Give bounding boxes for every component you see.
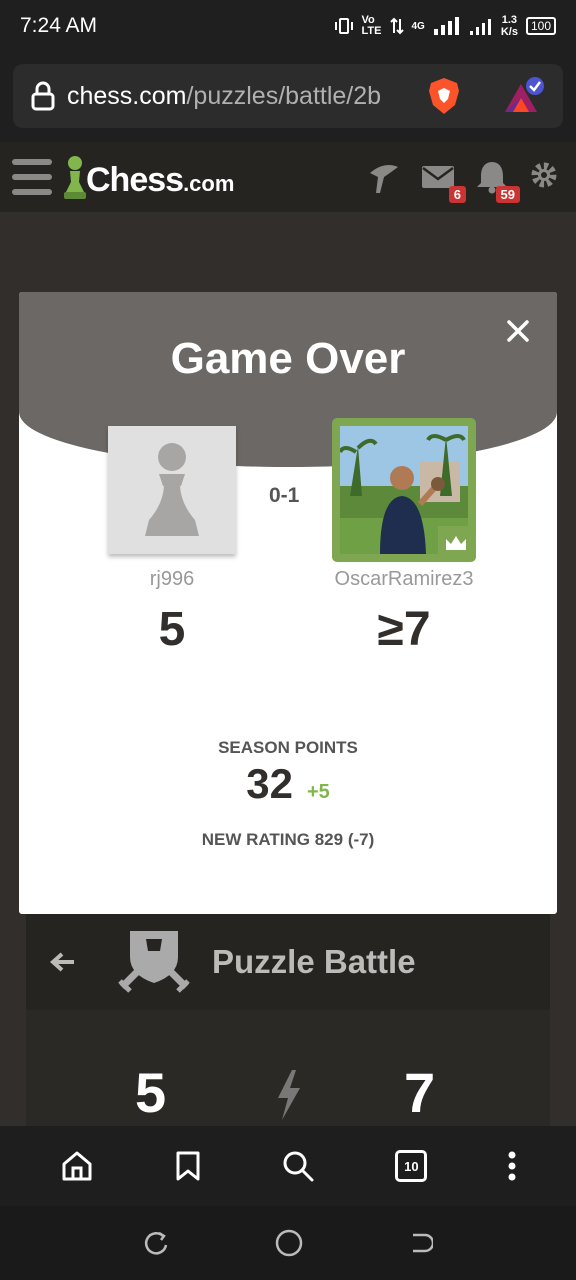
search-icon[interactable] [281, 1149, 315, 1183]
battle-score-right: 7 [404, 1061, 436, 1124]
battle-score-area: 5 7 [26, 1010, 550, 1126]
bookmark-icon[interactable] [175, 1150, 201, 1182]
brave-shields-icon[interactable] [427, 77, 461, 115]
notifications-icon[interactable]: 59 [474, 159, 520, 203]
site-header: Chess .com 6 59 [0, 142, 576, 212]
data-arrows-icon [389, 17, 404, 35]
pawn-logo-icon [64, 156, 86, 199]
season-points-row: 32 +5 [19, 760, 557, 808]
back-icon[interactable] [409, 1231, 433, 1255]
lock-icon[interactable] [31, 81, 55, 111]
player-right-name[interactable]: OscarRamirez3 [319, 568, 489, 591]
game-over-modal: Game Over 0-1 rj996 OscarRamirez3 5 ≥7 S… [19, 292, 557, 914]
bat-rewards-icon[interactable] [501, 76, 545, 116]
new-rating: NEW RATING 829 (-7) [201, 830, 375, 849]
tabs-button[interactable]: 10 [395, 1150, 428, 1182]
player-left-score: 5 [158, 603, 186, 656]
url-text[interactable]: chess.com/puzzles/battle/2b [67, 82, 381, 111]
chess-logo[interactable]: Chess .com [64, 154, 234, 200]
signal-label: 4G [411, 20, 425, 32]
logo-text: Chess [86, 161, 184, 199]
mark-icon[interactable] [366, 159, 402, 195]
back-arrow-icon[interactable] [50, 951, 76, 973]
close-icon[interactable] [505, 318, 531, 344]
signal-icon-2 [469, 19, 491, 35]
header-actions: 6 59 [366, 159, 564, 203]
more-menu-icon[interactable] [508, 1151, 516, 1181]
signal-icon [433, 17, 459, 35]
menu-icon[interactable] [12, 159, 52, 195]
home-circle-icon[interactable] [275, 1229, 303, 1257]
tabs-count: 10 [404, 1158, 419, 1174]
battery-indicator: 100 [525, 17, 556, 35]
player-right-score: ≥7 [377, 603, 431, 656]
url-host: chess.com [67, 81, 187, 110]
puzzle-battle-header: Puzzle Battle [26, 914, 550, 1010]
system-nav-bar [0, 1206, 576, 1280]
network-label: Vo LTE [361, 14, 382, 37]
address-bar[interactable]: chess.com/puzzles/battle/2b [13, 64, 563, 128]
season-points-delta: +5 [306, 781, 330, 803]
status-time: 7:24 AM [20, 14, 98, 37]
network-speed: 1.3 K/s [501, 14, 518, 38]
lightning-icon [278, 1070, 300, 1120]
season-points-label: SEASON POINTS [218, 738, 358, 757]
browser-toolbar: chess.com/puzzles/battle/2b [0, 52, 576, 142]
battle-title: Puzzle Battle [212, 943, 416, 980]
home-icon[interactable] [60, 1149, 94, 1183]
game-result: 0-1 [269, 484, 300, 507]
season-points-value: 32 [246, 760, 293, 807]
status-icons: Vo LTE 4G 1.3 K/s 100 [334, 14, 556, 38]
messages-icon[interactable]: 6 [420, 159, 466, 203]
puzzle-battle-shield-icon [118, 931, 190, 993]
player-left-avatar[interactable] [108, 426, 236, 554]
url-path: /puzzles/battle/2b [186, 81, 382, 110]
modal-title: Game Over [170, 334, 406, 383]
browser-bottom-bar: 10 [0, 1126, 576, 1206]
player-right-avatar[interactable] [332, 418, 476, 562]
vibrate-icon [334, 18, 353, 34]
speed-unit: K/s [500, 26, 518, 38]
crown-icon [438, 526, 474, 560]
speed-value: 1.3 [501, 14, 518, 26]
messages-badge: 6 [448, 186, 466, 203]
player-left-name[interactable]: rj996 [108, 568, 236, 591]
settings-gear-icon[interactable] [528, 159, 564, 195]
status-bar: 7:24 AM Vo LTE 4G 1.3 K/s 100 [0, 0, 576, 52]
recents-icon[interactable] [143, 1230, 169, 1256]
logo-suffix: .com [183, 171, 235, 196]
battle-score-left: 5 [135, 1061, 167, 1124]
pawn-avatar-icon [145, 443, 199, 536]
notifications-badge: 59 [495, 186, 520, 203]
